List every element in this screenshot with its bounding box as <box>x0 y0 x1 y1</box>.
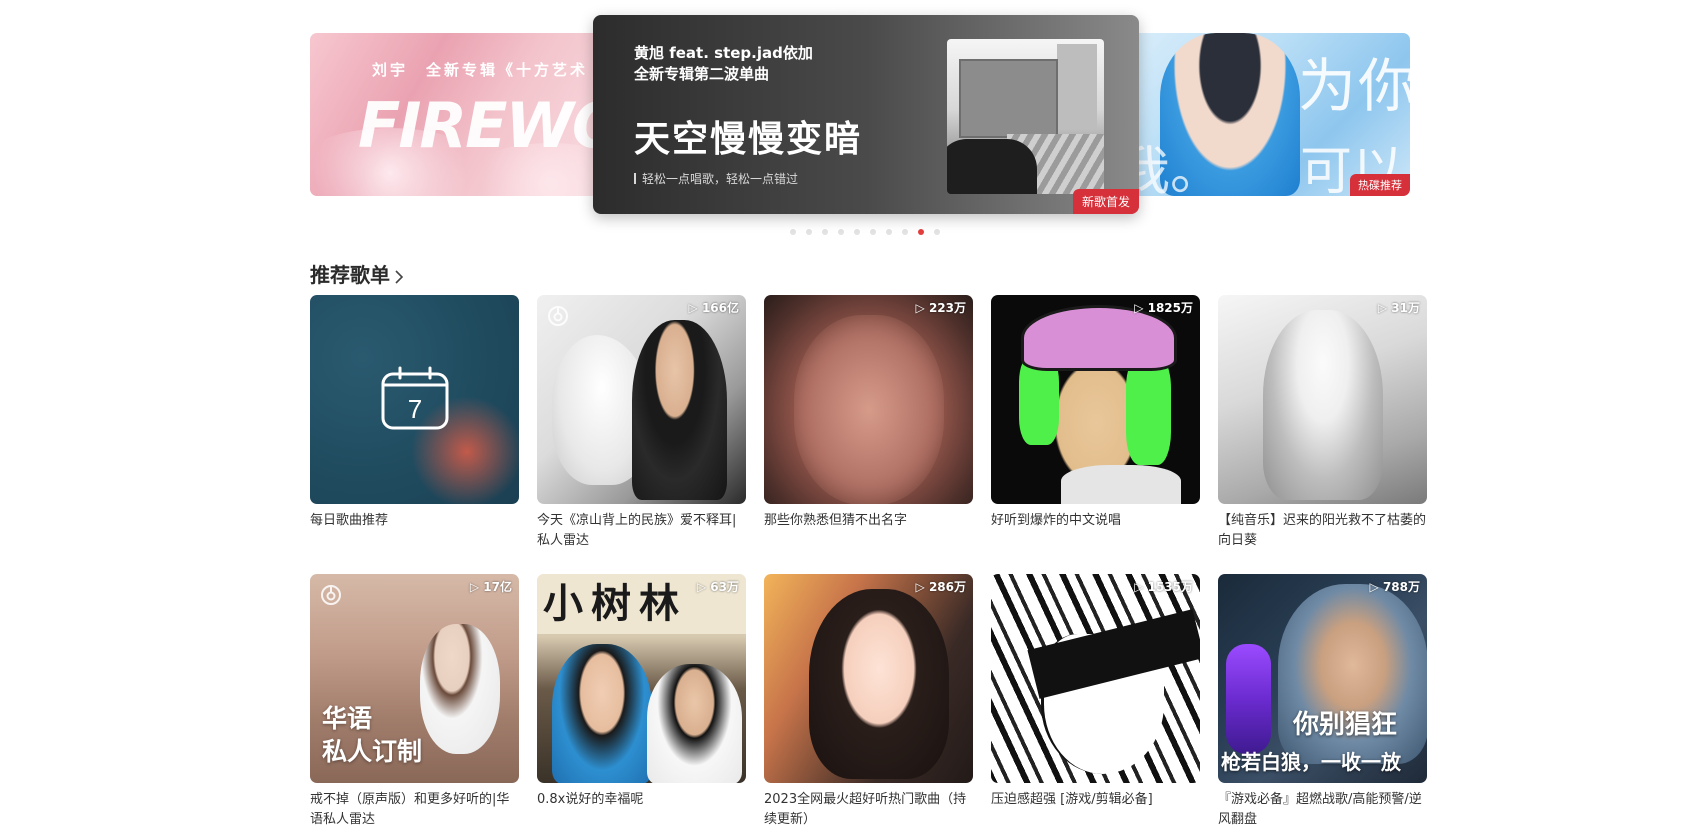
netease-logo-icon <box>548 306 568 326</box>
carousel-dot[interactable] <box>822 229 828 235</box>
carousel-dot[interactable] <box>886 229 892 235</box>
banner-left-top-text: 刘宇 全新专辑《十方艺术 <box>372 61 589 79</box>
banner-left[interactable]: 刘宇 全新专辑《十方艺术 FIREWORK <box>310 33 610 196</box>
banner-center-tag: 新歌首发 <box>1072 189 1139 214</box>
cover-text: 华语 私人订制 <box>322 704 423 766</box>
banner-center-album: 全新专辑第二波单曲 <box>634 65 770 83</box>
banner-right-text-1: 为你 <box>1298 52 1410 120</box>
cover-girl-on-rock <box>420 624 500 754</box>
play-count: ▷ 788万 <box>1369 580 1420 594</box>
playlist-cover[interactable]: 华语 私人订制 ▷ 17亿 <box>310 574 519 783</box>
section-title-recommended[interactable]: 推荐歌单 <box>310 259 404 289</box>
play-triangle-icon: ▷ <box>696 580 711 594</box>
cover-text-2: 枪若白狼，一收一放 <box>1221 750 1401 774</box>
playlist-card[interactable]: 华语 私人订制 ▷ 17亿 戒不掉（原声版）和更多好听的|华语私人雷达 <box>310 574 519 830</box>
photo-building <box>959 59 1058 138</box>
banner-right-tag: 热碟推荐 <box>1350 174 1410 196</box>
playlist-cover[interactable]: ▷ 286万 <box>764 574 973 783</box>
carousel-dot[interactable] <box>902 229 908 235</box>
play-count: ▷ 63万 <box>696 580 739 594</box>
calendar-icon: 7 <box>380 365 450 435</box>
playlist-title[interactable]: 戒不掉（原声版）和更多好听的|华语私人雷达 <box>310 790 519 830</box>
playlist-title[interactable]: 好听到爆炸的中文说唱 <box>991 511 1200 531</box>
playlist-cover[interactable]: 7 <box>310 295 519 504</box>
cover-game-orb <box>1226 644 1271 754</box>
playlist-title[interactable]: 每日歌曲推荐 <box>310 511 519 531</box>
carousel-dot[interactable] <box>918 229 924 235</box>
playlist-card[interactable]: ▷ 1825万 好听到爆炸的中文说唱 <box>991 295 1200 531</box>
carousel-dot[interactable] <box>838 229 844 235</box>
playlist-card[interactable]: 7 每日歌曲推荐 <box>310 295 519 531</box>
banner-center[interactable]: 黄旭 feat. step.jad依加 全新专辑第二波单曲 天空慢慢变暗 轻松一… <box>593 15 1139 214</box>
banner-center-title: 天空慢慢变暗 <box>634 119 863 160</box>
playlist-title[interactable]: 压迫感超强 [游戏/剪辑必备] <box>991 790 1200 810</box>
banner-center-photo <box>947 39 1104 194</box>
playlist-title[interactable]: 『游戏必备』超燃战歌/高能预警/逆风翻盘 <box>1218 790 1427 830</box>
carousel-dot[interactable] <box>790 229 796 235</box>
cover-person-2 <box>647 664 742 783</box>
calendar-day: 7 <box>408 394 422 424</box>
play-count: ▷ 223万 <box>915 301 966 315</box>
play-triangle-icon: ▷ <box>1134 301 1148 315</box>
play-triangle-icon: ▷ <box>469 580 484 594</box>
banner-right[interactable]: 为你 我。 可以 热碟推荐 <box>1100 33 1410 196</box>
play-count: ▷ 17亿 <box>469 580 512 594</box>
play-count: ▷ 1535万 <box>1134 580 1193 594</box>
playlist-cover[interactable]: ▷ 1535万 <box>991 574 1200 783</box>
playlist-cover[interactable]: ▷ 31万 <box>1218 295 1427 504</box>
play-count: ▷ 31万 <box>1377 301 1420 315</box>
cover-sketch-girl <box>1263 310 1383 500</box>
banner-carousel: 刘宇 全新专辑《十方艺术 FIREWORK 为你 我。 可以 热碟推荐 黄旭 f… <box>0 0 1707 240</box>
carousel-dot[interactable] <box>934 229 940 235</box>
playlist-title[interactable]: 那些你熟悉但猜不出名字 <box>764 511 973 531</box>
banner-center-subtitle: 轻松一点唱歌，轻松一点错过 <box>634 170 798 187</box>
playlist-cover[interactable]: 你别猖狂 枪若白狼，一收一放 ▷ 788万 <box>1218 574 1427 783</box>
photo-building-2 <box>1057 44 1097 129</box>
playlist-card[interactable]: ▷ 286万 2023全网最火超好听热门歌曲（持续更新） <box>764 574 973 830</box>
playlist-card[interactable]: 小树林 ▷ 63万 0.8x说好的幸福呢 <box>537 574 746 810</box>
playlist-card[interactable]: ▷ 1535万 压迫感超强 [游戏/剪辑必备] <box>991 574 1200 810</box>
playlist-card[interactable]: ▷ 166亿 今天《凉山背上的民族》爱不释耳|私人雷达 <box>537 295 746 551</box>
play-count: ▷ 286万 <box>915 580 966 594</box>
cover-anime-shirt <box>1061 465 1181 504</box>
playlist-cover[interactable]: ▷ 166亿 <box>537 295 746 504</box>
cover-selfie <box>809 589 949 779</box>
play-triangle-icon: ▷ <box>915 301 929 315</box>
playlist-card[interactable]: ▷ 223万 那些你熟悉但猜不出名字 <box>764 295 973 531</box>
playlist-card[interactable]: 你别猖狂 枪若白狼，一收一放 ▷ 788万 『游戏必备』超燃战歌/高能预警/逆风… <box>1218 574 1427 830</box>
netease-logo-icon <box>321 585 341 605</box>
play-triangle-icon: ▷ <box>1377 301 1392 315</box>
playlist-title[interactable]: 今天《凉山背上的民族》爱不释耳|私人雷达 <box>537 511 746 551</box>
playlist-cover[interactable]: ▷ 1825万 <box>991 295 1200 504</box>
cover-man <box>632 320 727 500</box>
playlist-cover[interactable]: 小树林 ▷ 63万 <box>537 574 746 783</box>
playlist-title[interactable]: 【纯音乐】迟来的阳光救不了枯萎的向日葵 <box>1218 511 1427 551</box>
cover-text-1: 你别猖狂 <box>1293 710 1398 740</box>
play-triangle-icon: ▷ <box>915 580 929 594</box>
cover-anime-hair-2 <box>1126 355 1171 465</box>
section-title-label: 推荐歌单 <box>310 263 390 287</box>
playlist-cover[interactable]: ▷ 223万 <box>764 295 973 504</box>
play-triangle-icon: ▷ <box>1369 580 1383 594</box>
playlist-card[interactable]: ▷ 31万 【纯音乐】迟来的阳光救不了枯萎的向日葵 <box>1218 295 1427 551</box>
carousel-dot[interactable] <box>854 229 860 235</box>
carousel-dot[interactable] <box>806 229 812 235</box>
cover-face <box>794 315 944 504</box>
chevron-right-icon <box>394 265 404 289</box>
play-triangle-icon: ▷ <box>688 301 702 315</box>
banner-left-big-text: FIREWORK <box>358 89 610 162</box>
photo-car <box>947 139 1037 194</box>
carousel-dot[interactable] <box>870 229 876 235</box>
play-count: ▷ 1825万 <box>1134 301 1193 315</box>
play-triangle-icon: ▷ <box>1134 580 1148 594</box>
cover-person-1 <box>552 644 652 783</box>
playlist-title[interactable]: 0.8x说好的幸福呢 <box>537 790 746 810</box>
play-count: ▷ 166亿 <box>688 301 739 315</box>
playlist-title[interactable]: 2023全网最火超好听热门歌曲（持续更新） <box>764 790 973 830</box>
banner-center-artist: 黄旭 feat. step.jad依加 <box>634 44 813 62</box>
